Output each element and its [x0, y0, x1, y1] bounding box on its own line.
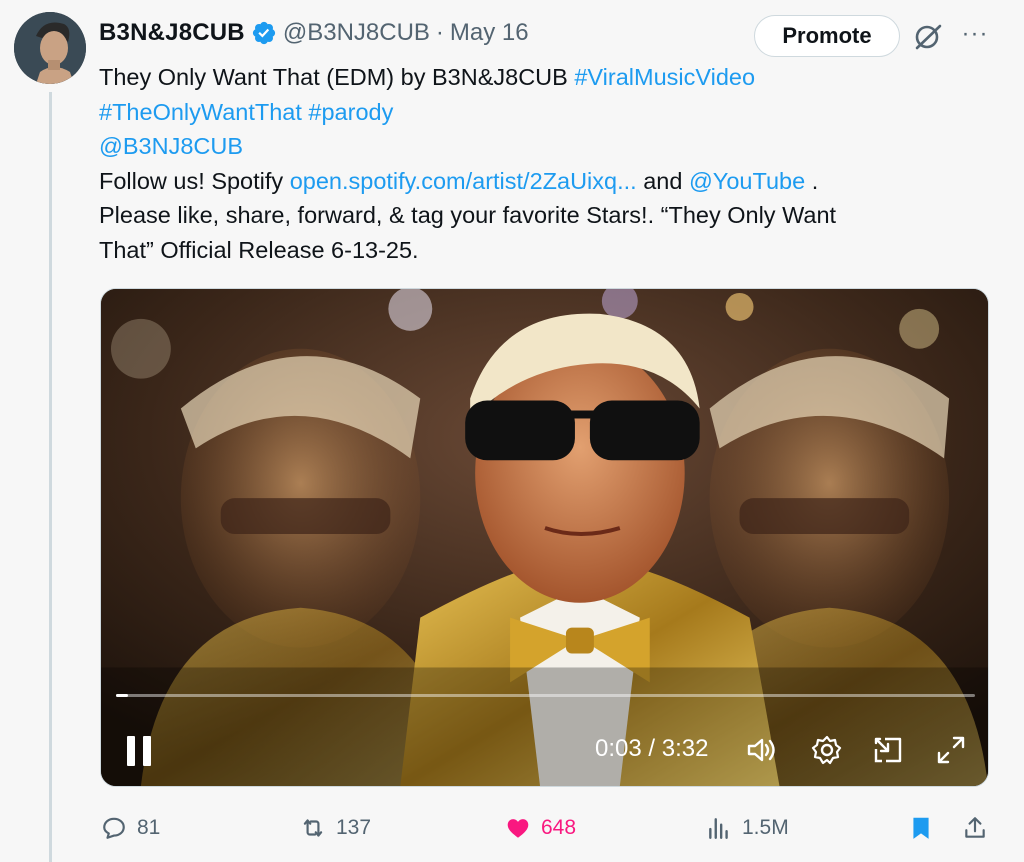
share-icon — [965, 817, 985, 838]
mention-link[interactable]: @YouTube — [689, 168, 805, 194]
action-bar: 81 137 648 1.5M — [0, 808, 1024, 848]
post-text-line-3: @B3NJ8CUB — [99, 129, 979, 164]
time-separator: / — [641, 735, 662, 762]
spotify-link[interactable]: open.spotify.com/artist/2ZaUixq... — [290, 168, 637, 194]
video-progress-bar[interactable] — [116, 694, 975, 697]
like-button[interactable]: 648 — [505, 808, 576, 848]
bookmark-button[interactable] — [908, 808, 934, 848]
share-button[interactable] — [962, 808, 988, 848]
video-progress-fill — [116, 694, 129, 697]
post-text-line-2: #TheOnlyWantThat #parody — [99, 95, 979, 130]
post-text-segment: They Only Want That (EDM) by B3N&J8CUB — [99, 64, 575, 90]
post-text-line-1: They Only Want That (EDM) by B3N&J8CUB #… — [99, 60, 979, 95]
post-header: B3N&J8CUB @B3NJ8CUB · May 16 — [99, 16, 529, 50]
video-frame — [101, 289, 988, 786]
handle[interactable]: @B3NJ8CUB — [283, 19, 430, 47]
verified-badge-icon[interactable] — [251, 20, 277, 46]
more-icon[interactable]: ··· — [958, 20, 992, 50]
post-text-segment: and — [636, 167, 689, 194]
pause-icon[interactable] — [125, 736, 153, 766]
avatar[interactable] — [14, 12, 86, 84]
post-text-line-6: That” Official Release 6-13-25. — [99, 233, 979, 268]
pip-icon[interactable] — [872, 733, 906, 767]
post-text-line-5: Please like, share, forward, & tag your … — [99, 198, 979, 233]
repost-count: 137 — [336, 816, 372, 839]
separator-dot: · — [435, 19, 444, 46]
avatar-image — [14, 12, 86, 84]
heart-icon — [507, 819, 529, 838]
repost-icon — [303, 819, 323, 837]
reply-icon — [103, 817, 125, 839]
post-text-segment: . — [805, 167, 819, 194]
thread-line — [49, 92, 52, 862]
pause-bar — [127, 736, 135, 766]
post-text-segment: Please like, share, forward, & tag your … — [99, 202, 837, 228]
display-name[interactable]: B3N&J8CUB — [99, 19, 245, 47]
view-count: 1.5M — [742, 816, 789, 839]
reply-count: 81 — [137, 816, 161, 839]
video-player[interactable]: 0:03 / 3:32 — [100, 288, 989, 787]
hashtag-link[interactable]: #TheOnlyWantThat #parody — [99, 99, 393, 125]
volume-icon[interactable] — [744, 733, 778, 767]
post-date[interactable]: May 16 — [450, 19, 529, 47]
fullscreen-icon[interactable] — [934, 733, 968, 767]
post-text-line-4: Follow us! Spotify open.spotify.com/arti… — [99, 164, 979, 199]
pause-bar — [143, 736, 151, 766]
like-count: 648 — [541, 816, 577, 839]
reply-button[interactable]: 81 — [101, 808, 160, 848]
video-time: 0:03 / 3:32 — [595, 735, 708, 763]
promote-button[interactable]: Promote — [754, 15, 900, 57]
post-text-segment: Follow us! Spotify — [99, 167, 290, 194]
current-time: 0:03 — [595, 735, 642, 762]
bookmark-icon — [913, 817, 929, 839]
post-text: They Only Want That (EDM) by B3N&J8CUB #… — [99, 60, 979, 267]
views-button[interactable]: 1.5M — [706, 808, 789, 848]
grok-icon[interactable] — [912, 22, 944, 52]
duration: 3:32 — [661, 735, 709, 762]
hashtag-link[interactable]: #ViralMusicVideo — [574, 64, 755, 90]
views-icon — [709, 818, 728, 839]
post-text-segment: That” Official Release 6-13-25. — [99, 236, 419, 263]
settings-icon[interactable] — [810, 733, 844, 767]
repost-button[interactable]: 137 — [300, 808, 371, 848]
mention-link[interactable]: @B3NJ8CUB — [99, 133, 243, 159]
